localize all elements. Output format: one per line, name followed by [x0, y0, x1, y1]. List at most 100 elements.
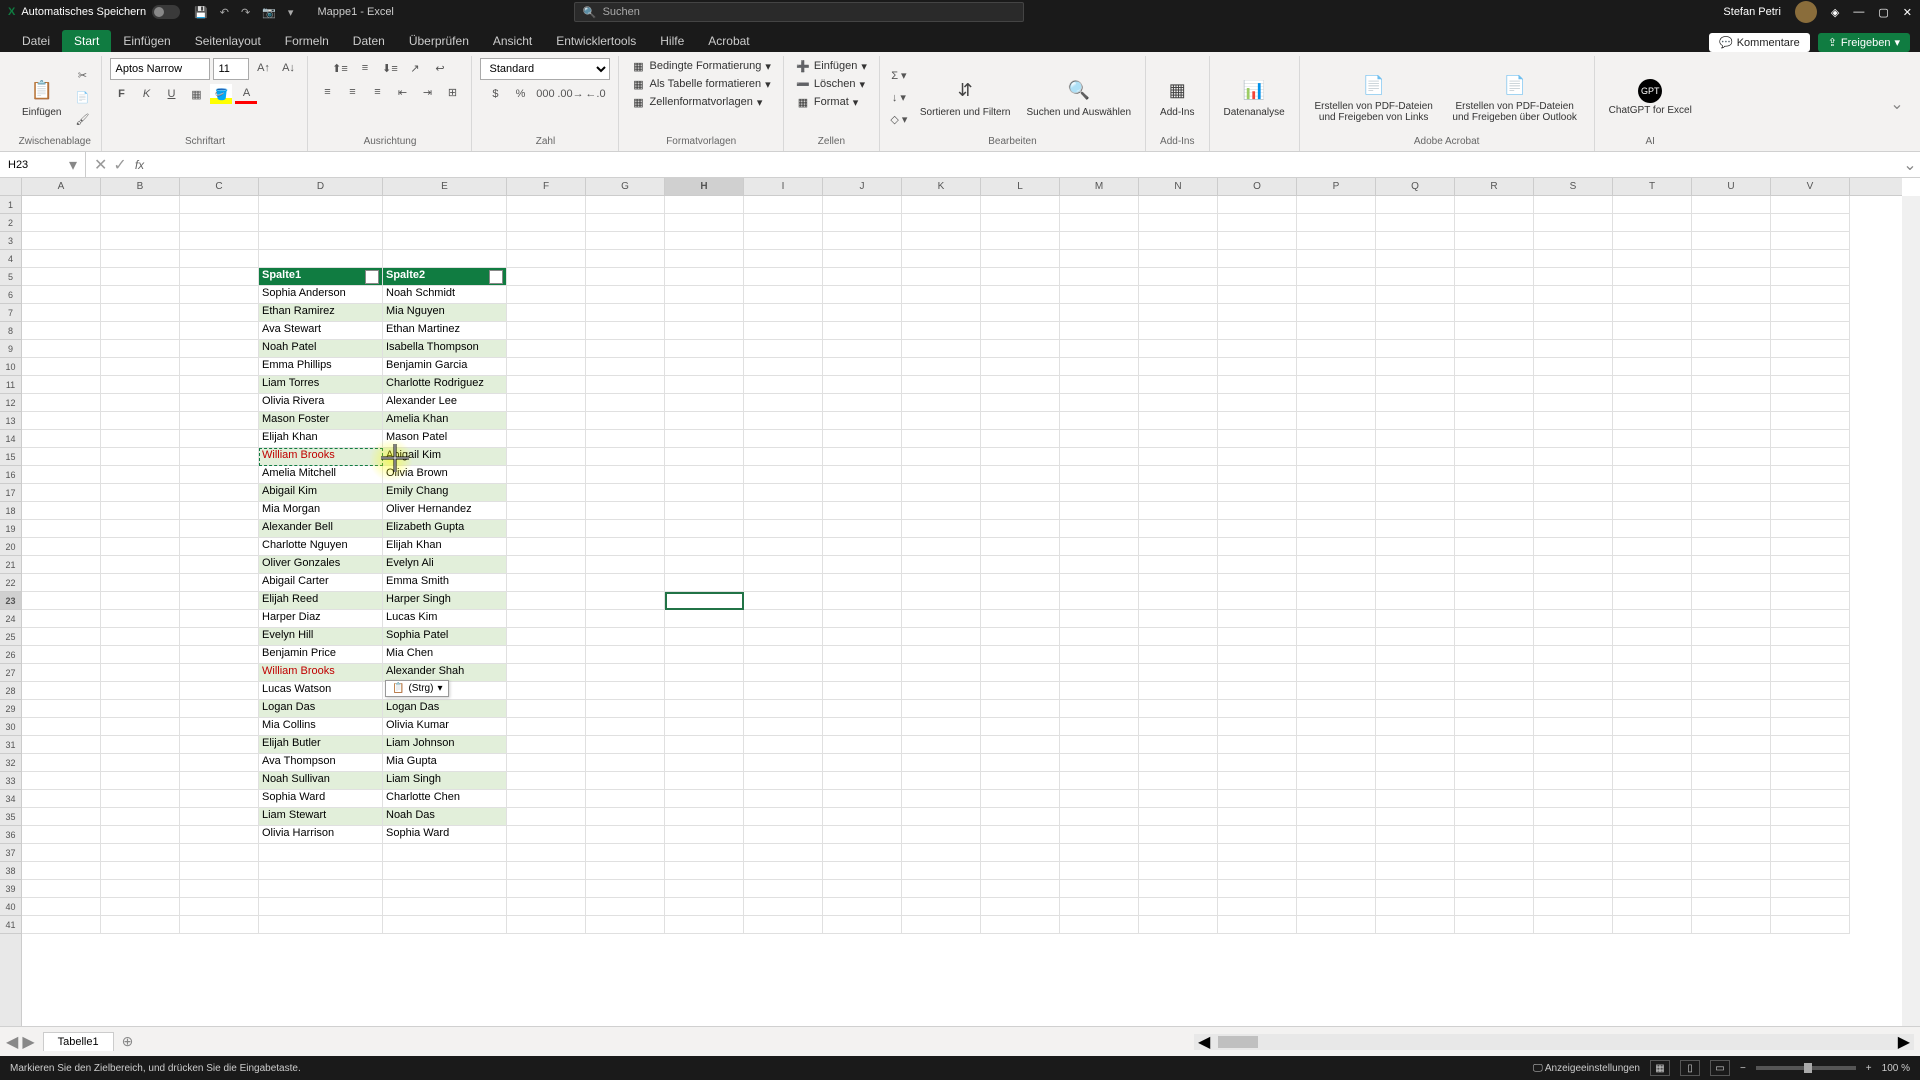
cell-L27[interactable]	[981, 664, 1060, 682]
cell-U3[interactable]	[1692, 232, 1771, 250]
cell-U27[interactable]	[1692, 664, 1771, 682]
cell-S29[interactable]	[1534, 700, 1613, 718]
cell-V32[interactable]	[1771, 754, 1850, 772]
decrease-font-icon[interactable]: A↓	[277, 58, 299, 78]
col-header-Q[interactable]: Q	[1376, 178, 1455, 195]
col-header-J[interactable]: J	[823, 178, 902, 195]
cell-M16[interactable]	[1060, 466, 1139, 484]
row-header-4[interactable]: 4	[0, 250, 21, 268]
cell-F23[interactable]	[507, 592, 586, 610]
cell-K13[interactable]	[902, 412, 981, 430]
cell-H29[interactable]	[665, 700, 744, 718]
cell-A39[interactable]	[22, 880, 101, 898]
cell-N26[interactable]	[1139, 646, 1218, 664]
cell-M41[interactable]	[1060, 916, 1139, 934]
cell-G9[interactable]	[586, 340, 665, 358]
cell-G33[interactable]	[586, 772, 665, 790]
cell-A6[interactable]	[22, 286, 101, 304]
cell-N18[interactable]	[1139, 502, 1218, 520]
cell-F11[interactable]	[507, 376, 586, 394]
cell-H38[interactable]	[665, 862, 744, 880]
cell-N36[interactable]	[1139, 826, 1218, 844]
cell-H35[interactable]	[665, 808, 744, 826]
cell-A27[interactable]	[22, 664, 101, 682]
cell-C33[interactable]	[180, 772, 259, 790]
cell-A23[interactable]	[22, 592, 101, 610]
cell-H10[interactable]	[665, 358, 744, 376]
cell-J35[interactable]	[823, 808, 902, 826]
cell-B38[interactable]	[101, 862, 180, 880]
row-header-39[interactable]: 39	[0, 880, 21, 898]
cell-P7[interactable]	[1297, 304, 1376, 322]
thousands-icon[interactable]: 000	[534, 84, 556, 104]
cell-S27[interactable]	[1534, 664, 1613, 682]
tab-acrobat[interactable]: Acrobat	[696, 30, 761, 52]
cell-C32[interactable]	[180, 754, 259, 772]
row-header-38[interactable]: 38	[0, 862, 21, 880]
cell-F29[interactable]	[507, 700, 586, 718]
orientation-icon[interactable]: ↗	[404, 58, 426, 78]
cell-Q39[interactable]	[1376, 880, 1455, 898]
cell-C20[interactable]	[180, 538, 259, 556]
cell-C34[interactable]	[180, 790, 259, 808]
cell-H9[interactable]	[665, 340, 744, 358]
cell-J11[interactable]	[823, 376, 902, 394]
cell-M14[interactable]	[1060, 430, 1139, 448]
cell-N25[interactable]	[1139, 628, 1218, 646]
cell-P2[interactable]	[1297, 214, 1376, 232]
row-header-12[interactable]: 12	[0, 394, 21, 412]
cell-H6[interactable]	[665, 286, 744, 304]
cell-R20[interactable]	[1455, 538, 1534, 556]
cell-I6[interactable]	[744, 286, 823, 304]
cell-H14[interactable]	[665, 430, 744, 448]
cell-U39[interactable]	[1692, 880, 1771, 898]
cell-Q31[interactable]	[1376, 736, 1455, 754]
cell-T32[interactable]	[1613, 754, 1692, 772]
cell-M32[interactable]	[1060, 754, 1139, 772]
cell-D5[interactable]: Spalte1▾	[259, 268, 383, 286]
cell-M17[interactable]	[1060, 484, 1139, 502]
cell-V20[interactable]	[1771, 538, 1850, 556]
cell-S8[interactable]	[1534, 322, 1613, 340]
cell-R11[interactable]	[1455, 376, 1534, 394]
cell-O34[interactable]	[1218, 790, 1297, 808]
align-center-icon[interactable]: ≡	[341, 82, 363, 102]
cell-D26[interactable]: Benjamin Price	[259, 646, 383, 664]
cell-M13[interactable]	[1060, 412, 1139, 430]
cell-G20[interactable]	[586, 538, 665, 556]
tab-hilfe[interactable]: Hilfe	[648, 30, 696, 52]
cell-P16[interactable]	[1297, 466, 1376, 484]
cell-S33[interactable]	[1534, 772, 1613, 790]
qat-dropdown-icon[interactable]: ▾	[288, 6, 294, 19]
cell-C15[interactable]	[180, 448, 259, 466]
cell-U17[interactable]	[1692, 484, 1771, 502]
cell-D27[interactable]: William Brooks	[259, 664, 383, 682]
cell-U20[interactable]	[1692, 538, 1771, 556]
cell-H21[interactable]	[665, 556, 744, 574]
cell-H11[interactable]	[665, 376, 744, 394]
cell-F34[interactable]	[507, 790, 586, 808]
currency-icon[interactable]: $	[484, 84, 506, 104]
cell-K6[interactable]	[902, 286, 981, 304]
horizontal-scrollbar[interactable]: ◀ ▶	[1194, 1034, 1914, 1050]
cell-D41[interactable]	[259, 916, 383, 934]
cell-B20[interactable]	[101, 538, 180, 556]
cell-R37[interactable]	[1455, 844, 1534, 862]
tab-ansicht[interactable]: Ansicht	[481, 30, 544, 52]
cell-D28[interactable]: Lucas Watson	[259, 682, 383, 700]
cell-B41[interactable]	[101, 916, 180, 934]
cell-T24[interactable]	[1613, 610, 1692, 628]
cell-P6[interactable]	[1297, 286, 1376, 304]
cell-A37[interactable]	[22, 844, 101, 862]
cell-C27[interactable]	[180, 664, 259, 682]
cell-V25[interactable]	[1771, 628, 1850, 646]
cell-V41[interactable]	[1771, 916, 1850, 934]
cell-L35[interactable]	[981, 808, 1060, 826]
paste-options-tag[interactable]: 📋(Strg)▾	[385, 680, 449, 697]
cell-P13[interactable]	[1297, 412, 1376, 430]
cell-Q35[interactable]	[1376, 808, 1455, 826]
cell-P20[interactable]	[1297, 538, 1376, 556]
cell-G27[interactable]	[586, 664, 665, 682]
sheet-tab-1[interactable]: Tabelle1	[43, 1032, 114, 1051]
cell-O27[interactable]	[1218, 664, 1297, 682]
